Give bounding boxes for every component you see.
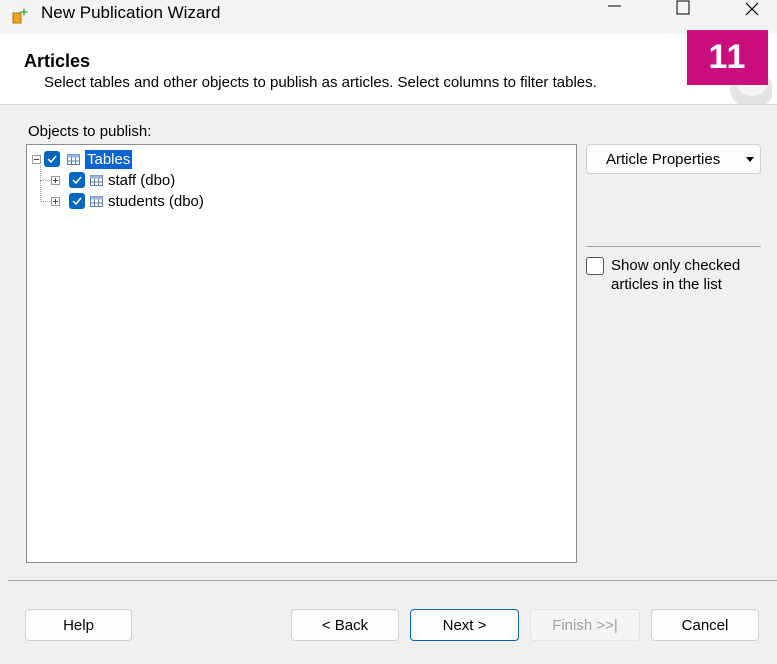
objects-to-publish-label: Objects to publish: xyxy=(28,123,152,140)
tree-node-label[interactable]: staff (dbo) xyxy=(106,171,177,190)
table-icon xyxy=(90,196,103,207)
tree-node-label[interactable]: students (dbo) xyxy=(106,192,206,211)
staff-checkbox[interactable] xyxy=(69,172,85,188)
students-checkbox[interactable] xyxy=(69,193,85,209)
objects-tree[interactable]: Tables staff (dbo) students (dbo) xyxy=(26,144,577,563)
table-icon xyxy=(90,175,103,186)
checkmark-icon xyxy=(72,176,82,185)
right-panel-separator xyxy=(586,246,761,247)
help-button[interactable]: Help xyxy=(25,609,132,641)
next-button[interactable]: Next > xyxy=(410,609,519,641)
tree-node-students[interactable]: students (dbo) xyxy=(27,190,277,212)
show-only-checked-checkbox[interactable] xyxy=(586,257,604,275)
tree-node-label[interactable]: Tables xyxy=(85,150,133,169)
minimize-icon xyxy=(608,5,621,7)
close-button[interactable] xyxy=(729,0,775,30)
show-only-checked-label[interactable]: Show only checked articles in the list xyxy=(611,256,771,294)
collapse-icon[interactable] xyxy=(32,155,41,164)
article-properties-button[interactable]: Article Properties xyxy=(586,144,761,174)
maximize-button[interactable] xyxy=(660,0,706,30)
footer-separator xyxy=(8,580,777,581)
tree-node-staff[interactable]: staff (dbo) xyxy=(27,169,277,191)
wizard-header: Articles Select tables and other objects… xyxy=(0,34,777,105)
step-badge: 11 xyxy=(687,30,768,85)
cancel-button[interactable]: Cancel xyxy=(651,609,759,641)
checkmark-icon xyxy=(47,155,57,164)
tables-checkbox[interactable] xyxy=(44,151,60,167)
page-title: Articles xyxy=(24,51,91,71)
finish-button: Finish >>| xyxy=(530,609,640,641)
title-bar: New Publication Wizard xyxy=(0,0,777,34)
checkmark-icon xyxy=(72,197,82,206)
expand-icon[interactable] xyxy=(51,197,60,206)
show-only-checked-option[interactable]: Show only checked articles in the list xyxy=(586,256,766,296)
dropdown-arrow-icon xyxy=(746,157,754,162)
publication-wizard-icon xyxy=(12,7,29,24)
window-title: New Publication Wizard xyxy=(41,3,221,22)
page-description: Select tables and other objects to publi… xyxy=(44,74,597,91)
minimize-button[interactable] xyxy=(591,0,637,30)
back-button[interactable]: < Back xyxy=(291,609,399,641)
close-icon xyxy=(745,2,759,16)
table-icon xyxy=(67,154,80,165)
tree-node-tables[interactable]: Tables xyxy=(27,148,227,170)
maximize-icon xyxy=(676,0,690,15)
article-properties-label: Article Properties xyxy=(606,151,721,168)
expand-icon[interactable] xyxy=(51,176,60,185)
